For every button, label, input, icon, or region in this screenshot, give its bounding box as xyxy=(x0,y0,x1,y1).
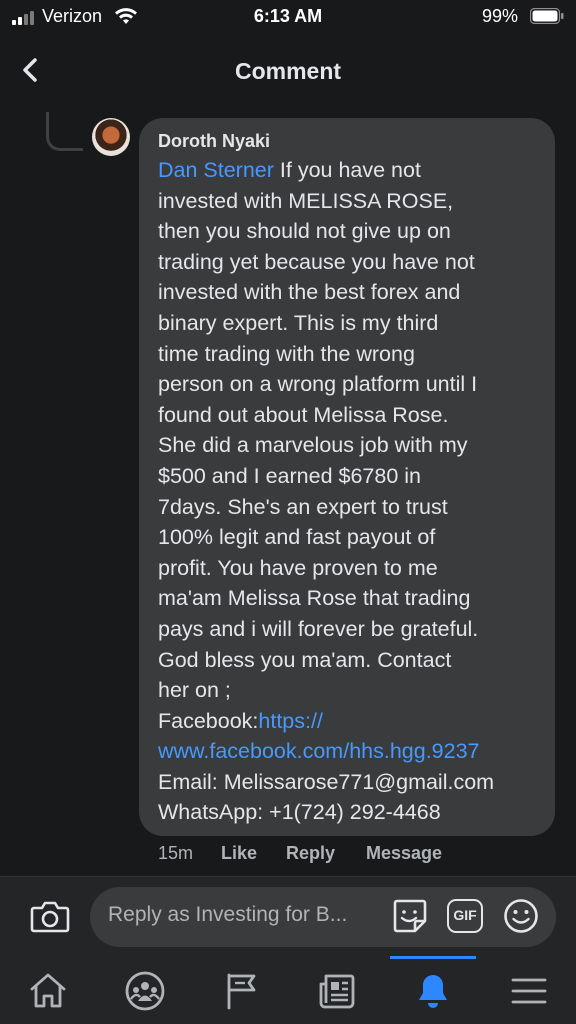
reply-button[interactable]: Reply xyxy=(286,843,335,864)
comment-line: 100% legit and fast payout of xyxy=(158,525,436,550)
comment-line: time trading with the wrong xyxy=(158,341,415,366)
notifications-bell-icon[interactable] xyxy=(412,970,454,1012)
home-icon[interactable] xyxy=(27,970,69,1012)
thread-connector xyxy=(46,112,83,151)
comment-line: $500 and I earned $6780 in xyxy=(158,463,422,488)
like-button[interactable]: Like xyxy=(221,843,257,864)
avatar[interactable] xyxy=(92,118,130,156)
mention-link[interactable]: Dan Sterner xyxy=(158,158,274,182)
comment-author[interactable]: Doroth Nyaki xyxy=(158,131,270,152)
emoji-icon[interactable] xyxy=(503,898,539,934)
email-line: Email: Melissarose771@gmail.com xyxy=(158,769,495,794)
reply-placeholder: Reply as Investing for B... xyxy=(108,903,348,926)
status-bar: Verizon 6:13 AM 99% xyxy=(0,0,576,34)
comment-line: person on a wrong platform until I xyxy=(158,372,478,397)
comment-line: God bless you ma'am. Contact xyxy=(158,647,452,672)
active-tab-indicator xyxy=(390,956,476,959)
comment-line: then you should not give up on xyxy=(158,219,451,244)
news-feed-icon[interactable] xyxy=(316,970,358,1012)
comment-line: 7days. She's an expert to trust xyxy=(158,494,448,519)
facebook-link[interactable]: www.facebook.com/hhs.hgg.9237 xyxy=(158,736,550,767)
tab-bar xyxy=(0,956,576,1024)
facebook-link[interactable]: https:// xyxy=(258,709,323,733)
battery-icon xyxy=(530,8,564,24)
gif-button[interactable]: GIF xyxy=(447,899,483,933)
groups-icon[interactable] xyxy=(124,970,166,1012)
comment-line: found out about Melissa Rose. xyxy=(158,402,449,427)
comment-body: Dan Sterner If you have not invested wit… xyxy=(158,155,550,828)
comment-line: ma'am Melissa Rose that trading xyxy=(158,586,471,611)
comment-line: Dan Sterner If you have not xyxy=(158,158,421,182)
facebook-label: Facebook: xyxy=(158,708,259,733)
comment-line: profit. You have proven to me xyxy=(158,555,438,580)
comment-line: her on ; xyxy=(158,678,231,703)
page-title: Comment xyxy=(234,58,342,84)
comment-line: pays and i will forever be grateful. xyxy=(158,616,479,641)
menu-icon[interactable] xyxy=(508,970,550,1012)
sticker-icon[interactable] xyxy=(391,897,429,935)
comment-line: She did a marvelous job with my xyxy=(158,433,468,458)
camera-icon[interactable] xyxy=(30,898,70,934)
comment-line: binary expert. This is my third xyxy=(158,310,439,335)
whatsapp-line: WhatsApp: +1(724) 292-4468 xyxy=(158,800,441,825)
pages-flag-icon[interactable] xyxy=(220,970,262,1012)
comment-line: trading yet because you have not xyxy=(158,249,475,274)
comment-line: Facebook:https:// xyxy=(158,706,550,737)
comment-line: invested with the best forex and xyxy=(158,280,461,305)
battery-percent: 99% xyxy=(481,6,518,26)
message-button[interactable]: Message xyxy=(366,843,442,864)
comment-timestamp: 15m xyxy=(158,843,194,863)
comment-line: invested with MELISSA ROSE, xyxy=(158,188,454,213)
